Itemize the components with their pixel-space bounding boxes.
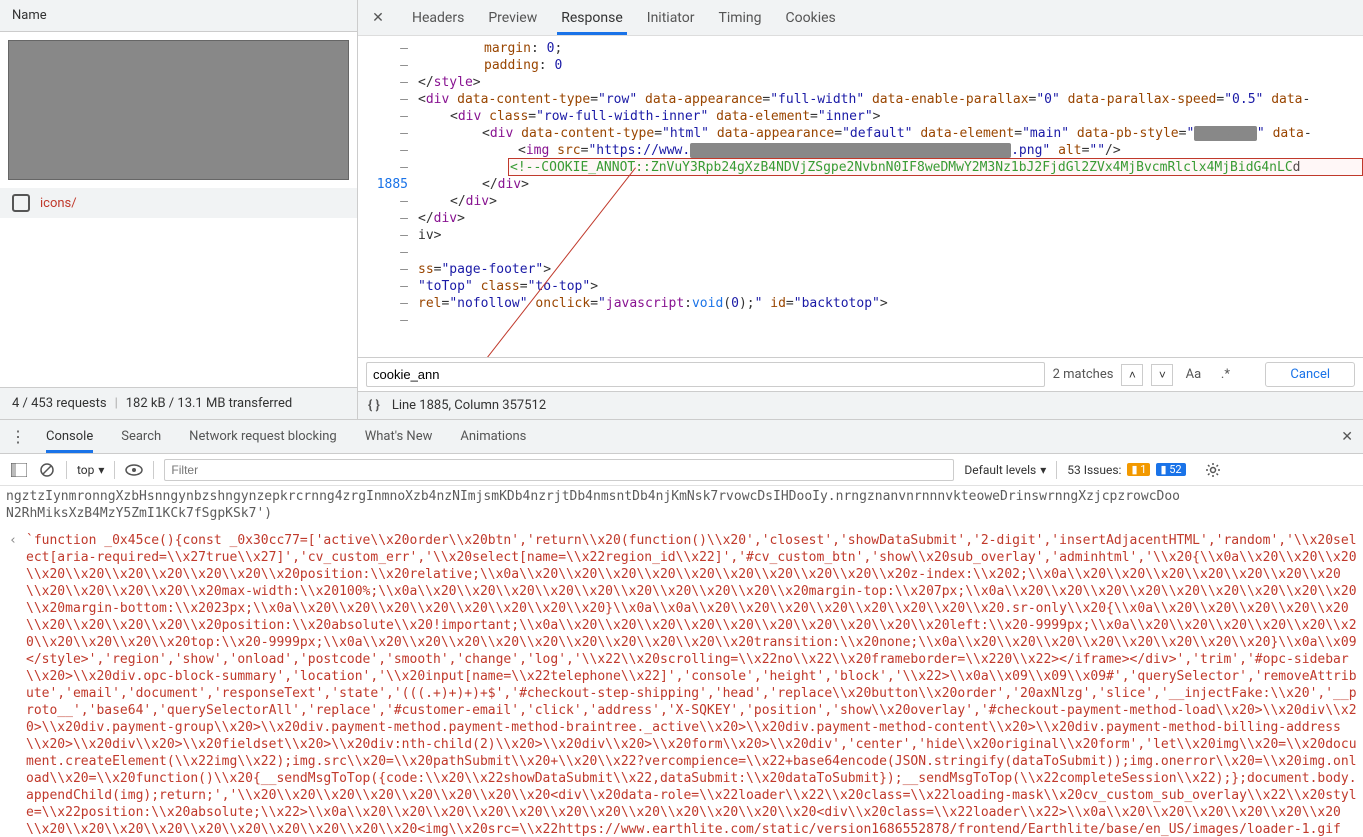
search-case-toggle[interactable]: Aa	[1181, 364, 1205, 386]
source-line: <!--COOKIE_ANNOT::ZnVuY3Rpb24gXzB4NDVjZS…	[414, 159, 1363, 176]
tab-initiator[interactable]: Initiator	[635, 2, 707, 34]
requests-count: 4 / 453 requests	[12, 396, 107, 411]
search-input[interactable]	[366, 362, 1045, 387]
search-next-button[interactable]: ˅	[1151, 364, 1173, 386]
source-search-bar: 2 matches ˄ ˅ Aa .* Cancel	[358, 357, 1363, 391]
tab-preview[interactable]: Preview	[476, 2, 549, 34]
source-line: margin: 0;	[414, 40, 1363, 57]
source-line: "toTop" class="to-top">	[414, 278, 1363, 295]
warning-badge: ▮ 1	[1127, 463, 1150, 476]
drawer-tab-console[interactable]: Console	[46, 421, 93, 452]
search-match-count: 2 matches	[1053, 367, 1114, 382]
gear-icon[interactable]	[1204, 461, 1222, 479]
source-line: iv>	[414, 227, 1363, 244]
line-number-gutter: ————————1885————————	[358, 36, 414, 357]
source-line: </div>	[414, 210, 1363, 227]
issues-counter[interactable]: 53 Issues: ▮ 1 ▮ 52	[1067, 463, 1185, 477]
context-selector[interactable]: top ▾	[77, 463, 104, 477]
drawer-tab-animations[interactable]: Animations	[460, 421, 526, 452]
transfer-size: 182 kB / 13.1 MB transferred	[126, 396, 292, 411]
drawer-tab-what's-new[interactable]: What's New	[365, 421, 433, 452]
detail-tabs: ✕ HeadersPreviewResponseInitiatorTimingC…	[358, 0, 1363, 36]
close-panel-button[interactable]: ✕	[368, 8, 388, 28]
network-sidebar: Name icons/ 4 / 453 requests | 182 kB / …	[0, 0, 358, 419]
drawer-menu-icon[interactable]: ⋮	[10, 427, 26, 446]
source-line: <div data-content-type="html" data-appea…	[414, 125, 1363, 142]
file-checkbox[interactable]	[12, 194, 30, 212]
search-cancel-button[interactable]: Cancel	[1265, 362, 1355, 387]
drawer-close-icon[interactable]: ✕	[1341, 429, 1353, 445]
chevron-down-icon: ▾	[98, 463, 104, 477]
console-log-fragment: ngztzIynmronngXzbHsnngynbzshngynzepkrcrn…	[6, 488, 1357, 522]
source-line: padding: 0	[414, 57, 1363, 74]
file-row[interactable]: icons/	[0, 188, 357, 218]
live-expression-icon[interactable]	[125, 461, 143, 479]
source-line: </div>	[414, 176, 1363, 193]
tab-timing[interactable]: Timing	[706, 2, 773, 34]
source-line: <img src="https://www.XXXXXXXXXXXXXXXXXX…	[414, 142, 1363, 159]
search-regex-toggle[interactable]: .*	[1213, 364, 1237, 386]
chevron-down-icon: ▾	[1040, 463, 1046, 477]
drawer-tab-search[interactable]: Search	[121, 421, 161, 452]
pretty-print-icon[interactable]: { }	[368, 398, 380, 413]
console-toolbar: top ▾ Default levels ▾ 53 Issues: ▮ 1 ▮ …	[0, 454, 1363, 486]
info-badge: ▮ 52	[1156, 463, 1185, 476]
search-prev-button[interactable]: ˄	[1121, 364, 1143, 386]
tab-response[interactable]: Response	[549, 2, 635, 34]
console-filter-input[interactable]	[164, 459, 954, 481]
source-code-area[interactable]: margin: 0;padding: 0</style><div data-co…	[414, 36, 1363, 357]
toggle-sidebar-icon[interactable]	[10, 461, 28, 479]
source-line: <div data-content-type="row" data-appear…	[414, 91, 1363, 108]
resource-preview-thumbnail	[8, 40, 349, 180]
log-levels-selector[interactable]: Default levels ▾	[964, 463, 1046, 477]
expand-caret-icon[interactable]: ‹	[6, 532, 20, 837]
source-line	[414, 244, 1363, 261]
console-output[interactable]: ngztzIynmronngXzbHsnngynbzshngynzepkrcrn…	[0, 486, 1363, 837]
drawer-tab-bar: ⋮ Console Search Network request blocking W…	[0, 420, 1363, 454]
requests-summary: 4 / 453 requests | 182 kB / 13.1 MB tran…	[0, 387, 357, 419]
tab-cookies[interactable]: Cookies	[774, 2, 848, 34]
response-source-view: ————————1885———————— margin: 0;padding: …	[358, 36, 1363, 357]
file-name-label: icons/	[40, 196, 77, 211]
clear-console-icon[interactable]	[38, 461, 56, 479]
source-line: ss="page-footer">	[414, 261, 1363, 278]
cursor-position-label: Line 1885, Column 357512	[392, 398, 546, 413]
source-line: </style>	[414, 74, 1363, 91]
source-line: rel="nofollow" onclick="javascript:void(…	[414, 295, 1363, 312]
source-line	[414, 312, 1363, 329]
source-line: </div>	[414, 193, 1363, 210]
name-column-header[interactable]: Name	[0, 0, 357, 32]
drawer-tab-network-request-blocking[interactable]: Network request blocking	[189, 421, 337, 452]
console-error-message: `function _0x45ce(){const _0x30cc77=['ac…	[26, 532, 1357, 837]
source-status-bar: { } Line 1885, Column 357512	[358, 391, 1363, 419]
source-line: <div class="row-full-width-inner" data-e…	[414, 108, 1363, 125]
tab-headers[interactable]: Headers	[400, 2, 476, 34]
